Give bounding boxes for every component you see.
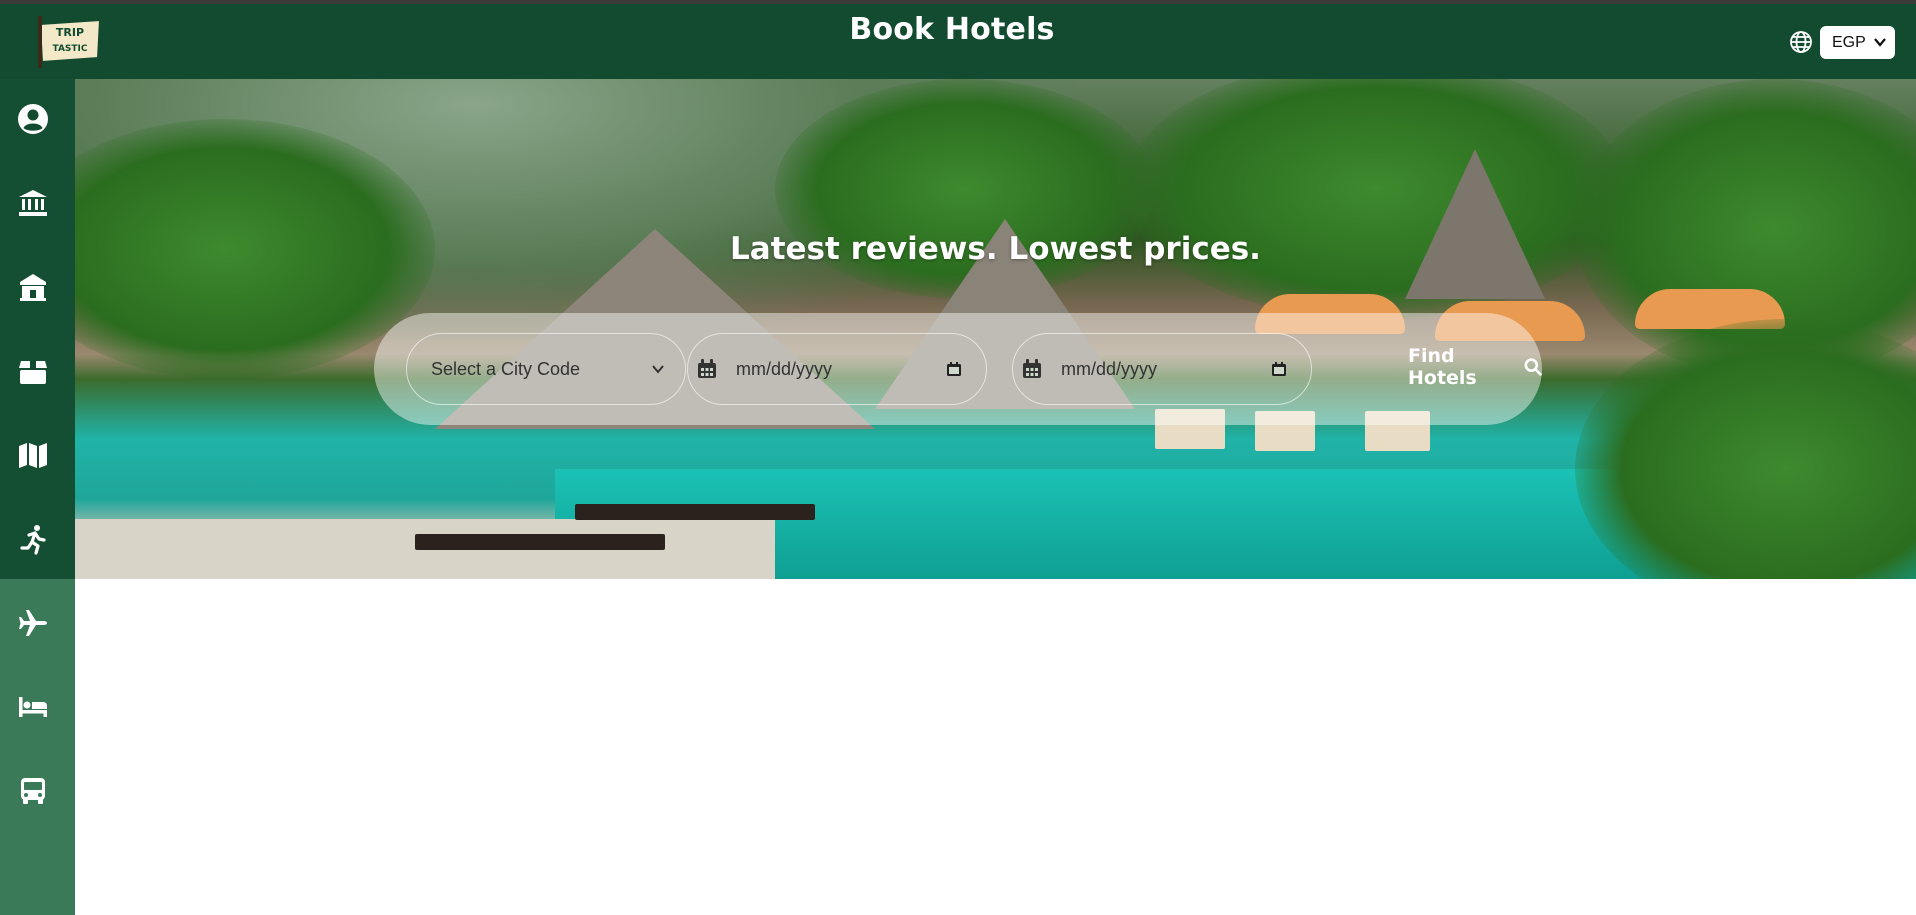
sidebar-item-flights[interactable] [15, 605, 51, 641]
running-icon [20, 525, 46, 555]
date-picker-icon[interactable] [1271, 361, 1287, 377]
hotel-search-form: Select a City Code mm/dd/yyyy mm/dd/yyyy… [374, 313, 1542, 425]
check-out-date-input[interactable]: mm/dd/yyyy [1012, 333, 1312, 405]
bus-icon [21, 778, 45, 804]
search-icon [1524, 358, 1542, 376]
sidebar [0, 79, 75, 915]
city-code-select[interactable]: Select a City Code [406, 333, 686, 405]
user-circle-icon [18, 104, 48, 134]
globe-icon[interactable] [1789, 30, 1813, 54]
top-navbar: TRIP TASTIC Book Hotels EGP [0, 4, 1916, 79]
find-hotels-button[interactable]: Find Hotels [1408, 345, 1542, 389]
hero-heading: Latest reviews. Lowest prices. [730, 231, 1261, 267]
check-in-date-input[interactable]: mm/dd/yyyy [687, 333, 987, 405]
check-out-placeholder: mm/dd/yyyy [1061, 359, 1158, 379]
sidebar-item-historical-places[interactable] [15, 269, 51, 305]
landmark-icon [20, 274, 46, 301]
box-icon [19, 361, 47, 384]
find-hotels-label: Find Hotels [1408, 345, 1477, 389]
sidebar-item-products[interactable] [15, 353, 51, 389]
city-code-placeholder: Select a City Code [431, 359, 581, 379]
sidebar-item-hotels[interactable] [15, 689, 51, 725]
page-title: Book Hotels [849, 12, 1055, 47]
currency-selected-value: EGP [1832, 33, 1866, 51]
sidebar-item-activities[interactable] [15, 521, 51, 557]
map-icon [19, 443, 47, 468]
sidebar-item-itineraries[interactable] [15, 437, 51, 473]
sidebar-item-transportation[interactable] [15, 773, 51, 809]
date-picker-icon[interactable] [946, 361, 962, 377]
bed-icon [19, 697, 47, 717]
check-in-placeholder: mm/dd/yyyy [736, 359, 833, 379]
chevron-down-icon [1874, 38, 1886, 47]
hero-banner: Latest reviews. Lowest prices. Select a … [75, 79, 1916, 579]
sidebar-item-profile[interactable] [15, 101, 51, 137]
museum-icon [19, 190, 47, 216]
currency-select[interactable]: EGP [1820, 26, 1895, 59]
sidebar-item-museums[interactable] [15, 185, 51, 221]
results-area [75, 579, 1916, 915]
chevron-down-icon [652, 365, 664, 374]
plane-icon [19, 610, 47, 636]
